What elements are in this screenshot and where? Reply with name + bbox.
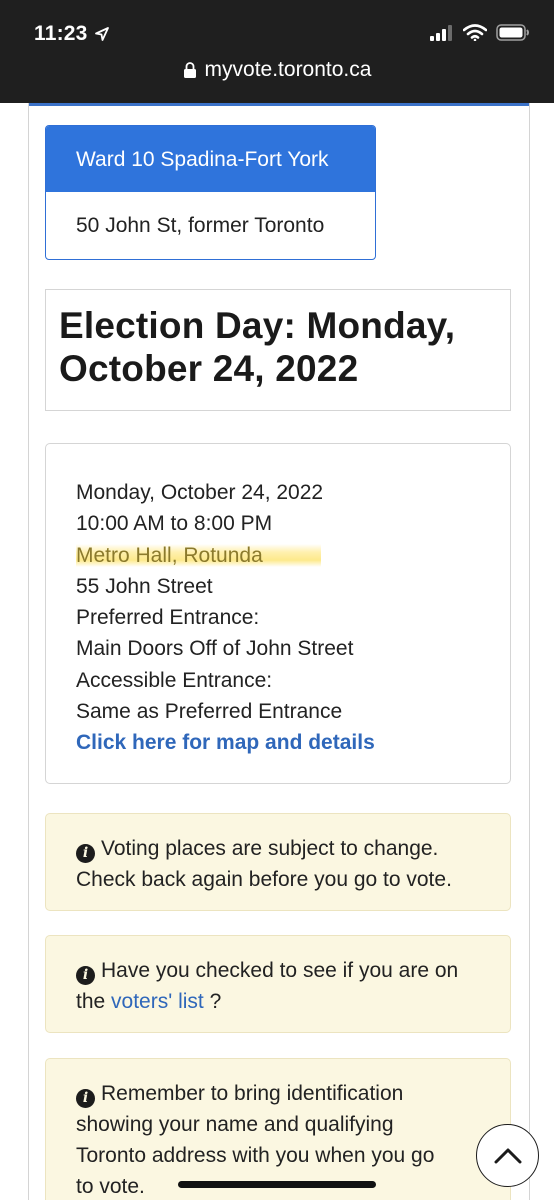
notice-voters-text1: Have you checked to see if you are on <box>101 959 459 982</box>
ward-address: 50 John St, former Toronto <box>76 214 325 237</box>
browser-chrome: 11:23 myvote.toronto.ca <box>0 0 554 103</box>
wifi-icon <box>463 24 487 41</box>
map-details-link[interactable]: Click here for map and details <box>76 731 375 754</box>
election-day-title: Election Day: Monday, October 24, 2022 <box>59 305 456 389</box>
notice-id-line1: i Remember to bring identification <box>76 1078 510 1109</box>
page-content: Ward 10 Spadina-Fort York 50 John St, fo… <box>28 103 530 1200</box>
notice-voters-pre: the <box>76 990 106 1013</box>
status-time-text: 11:23 <box>34 22 88 45</box>
ward-card: Ward 10 Spadina-Fort York 50 John St, fo… <box>45 125 376 260</box>
voting-location-highlighted: Metro Hall, Rotunda <box>76 543 321 567</box>
cellular-signal-icon <box>430 24 452 41</box>
map-details-line: Click here for map and details <box>76 727 510 758</box>
notice-voting-places-change: i Voting places are subject to change. Ch… <box>45 813 511 911</box>
chevron-up-icon <box>494 1148 521 1163</box>
info-icon: i <box>76 1089 95 1108</box>
battery-icon <box>496 24 529 41</box>
notice-identification: i Remember to bring identification showin… <box>45 1058 511 1200</box>
status-time: 11:23 <box>34 22 110 46</box>
lock-icon <box>183 62 196 78</box>
preferred-entrance-value: Main Doors Off of John Street <box>76 637 354 661</box>
notice-id-text2: showing your name and qualifying <box>76 1113 394 1136</box>
notice-change-text1: Voting places are subject to change. <box>101 837 439 860</box>
accessible-entrance-value: Same as Preferred Entrance <box>76 700 343 724</box>
accessible-entrance-label: Accessible Entrance: <box>76 668 273 692</box>
location-arrow-icon <box>94 27 109 41</box>
info-icon: i <box>76 966 95 985</box>
notice-voters-post: ? <box>209 990 222 1013</box>
url-bar[interactable]: myvote.toronto.ca <box>0 58 554 82</box>
ward-name: Ward 10 Spadina-Fort York <box>46 126 375 192</box>
notice-change-text2: Check back again before you go to vote. <box>76 868 452 891</box>
info-icon: i <box>76 844 95 863</box>
notice-id-text1: Remember to bring identification <box>101 1082 404 1105</box>
voting-hours: 10:00 AM to 8:00 PM <box>76 512 273 536</box>
preferred-entrance-label: Preferred Entrance: <box>76 606 260 630</box>
notice-voters-line1: i Have you checked to see if you are on <box>76 955 510 986</box>
voting-location-line: Metro Hall, Rotunda <box>76 540 510 571</box>
scroll-to-top-button[interactable] <box>476 1124 539 1187</box>
home-indicator[interactable] <box>178 1181 376 1188</box>
voters-list-link[interactable]: voters' list <box>111 990 204 1013</box>
voting-place-card: Monday, October 24, 2022 10:00 AM to 8:0… <box>45 443 511 784</box>
url-text: myvote.toronto.ca <box>204 58 372 81</box>
notice-voters-list: i Have you checked to see if you are on t… <box>45 935 511 1033</box>
election-day-box: Election Day: Monday, October 24, 2022 <box>45 289 511 411</box>
page-top-divider <box>29 103 529 106</box>
notice-id-text3: Toronto address with you when you go <box>76 1144 435 1167</box>
notice-change-line1: i Voting places are subject to change. <box>76 833 510 864</box>
status-icons <box>430 24 530 41</box>
notice-voters-line2: the voters' list ? <box>76 986 510 1017</box>
voting-date: Monday, October 24, 2022 <box>76 481 324 504</box>
voting-street: 55 John Street <box>76 574 213 598</box>
